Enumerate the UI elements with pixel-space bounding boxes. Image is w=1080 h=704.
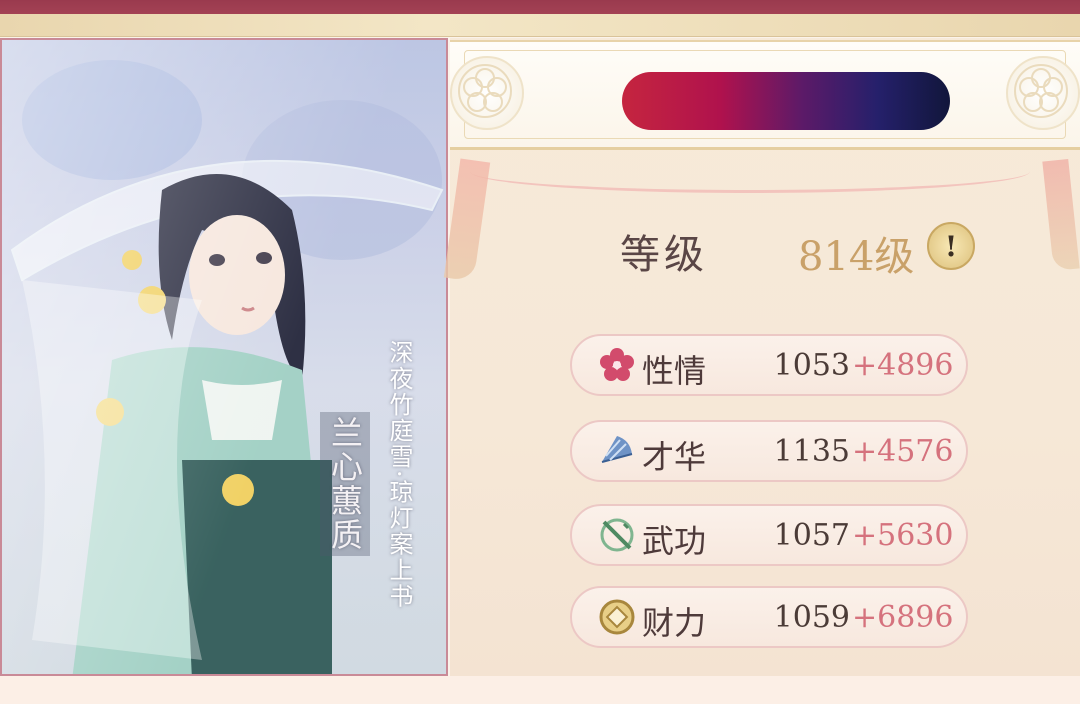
veil-overlay: [2, 40, 446, 674]
stat-bonus: +4576: [852, 434, 954, 469]
card-subtitle: 深夜竹庭雪·琼灯案上书: [385, 340, 413, 610]
card-name: 兰心蕙质: [320, 412, 370, 556]
coin-icon: [598, 598, 636, 636]
player-name-redacted: [622, 72, 950, 130]
stat-label: 武功: [642, 522, 707, 560]
bottom-band: [0, 676, 1080, 704]
stat-bonus: +5630: [852, 518, 954, 553]
decorative-ribbon: [470, 150, 1030, 193]
stat-label: 才华: [642, 438, 707, 476]
character-portrait-card[interactable]: 兰心蕙质 深夜竹庭雪·琼灯案上书: [0, 38, 448, 676]
stat-bonus: +6896: [852, 600, 954, 635]
name-banner: [450, 40, 1080, 150]
stat-label: 财力: [642, 604, 707, 642]
stat-base: 1059: [773, 600, 850, 635]
stat-base: 1135: [773, 434, 850, 469]
fan-icon: [598, 432, 636, 470]
stat-row-martial[interactable]: 武功 1057 +5630: [570, 504, 968, 566]
level-label: 等级: [620, 232, 708, 278]
stat-base: 1057: [773, 518, 850, 553]
stat-row-temperament[interactable]: 性情 1053 +4896: [570, 334, 968, 396]
stat-bonus: +4896: [852, 348, 954, 383]
info-exclamation-button[interactable]: !: [927, 222, 975, 270]
stat-row-wealth[interactable]: 财力 1059 +6896: [570, 586, 968, 648]
top-border: [0, 14, 1080, 37]
sword-icon: [598, 516, 636, 554]
plum-flower-icon: [598, 346, 636, 384]
stat-base: 1053: [773, 348, 850, 383]
level-value: 814级: [798, 234, 915, 280]
flower-medal-icon: [450, 56, 524, 130]
flower-medal-icon: [1006, 56, 1080, 130]
stat-row-talent[interactable]: 才华 1135 +4576: [570, 420, 968, 482]
stat-label: 性情: [642, 352, 707, 390]
